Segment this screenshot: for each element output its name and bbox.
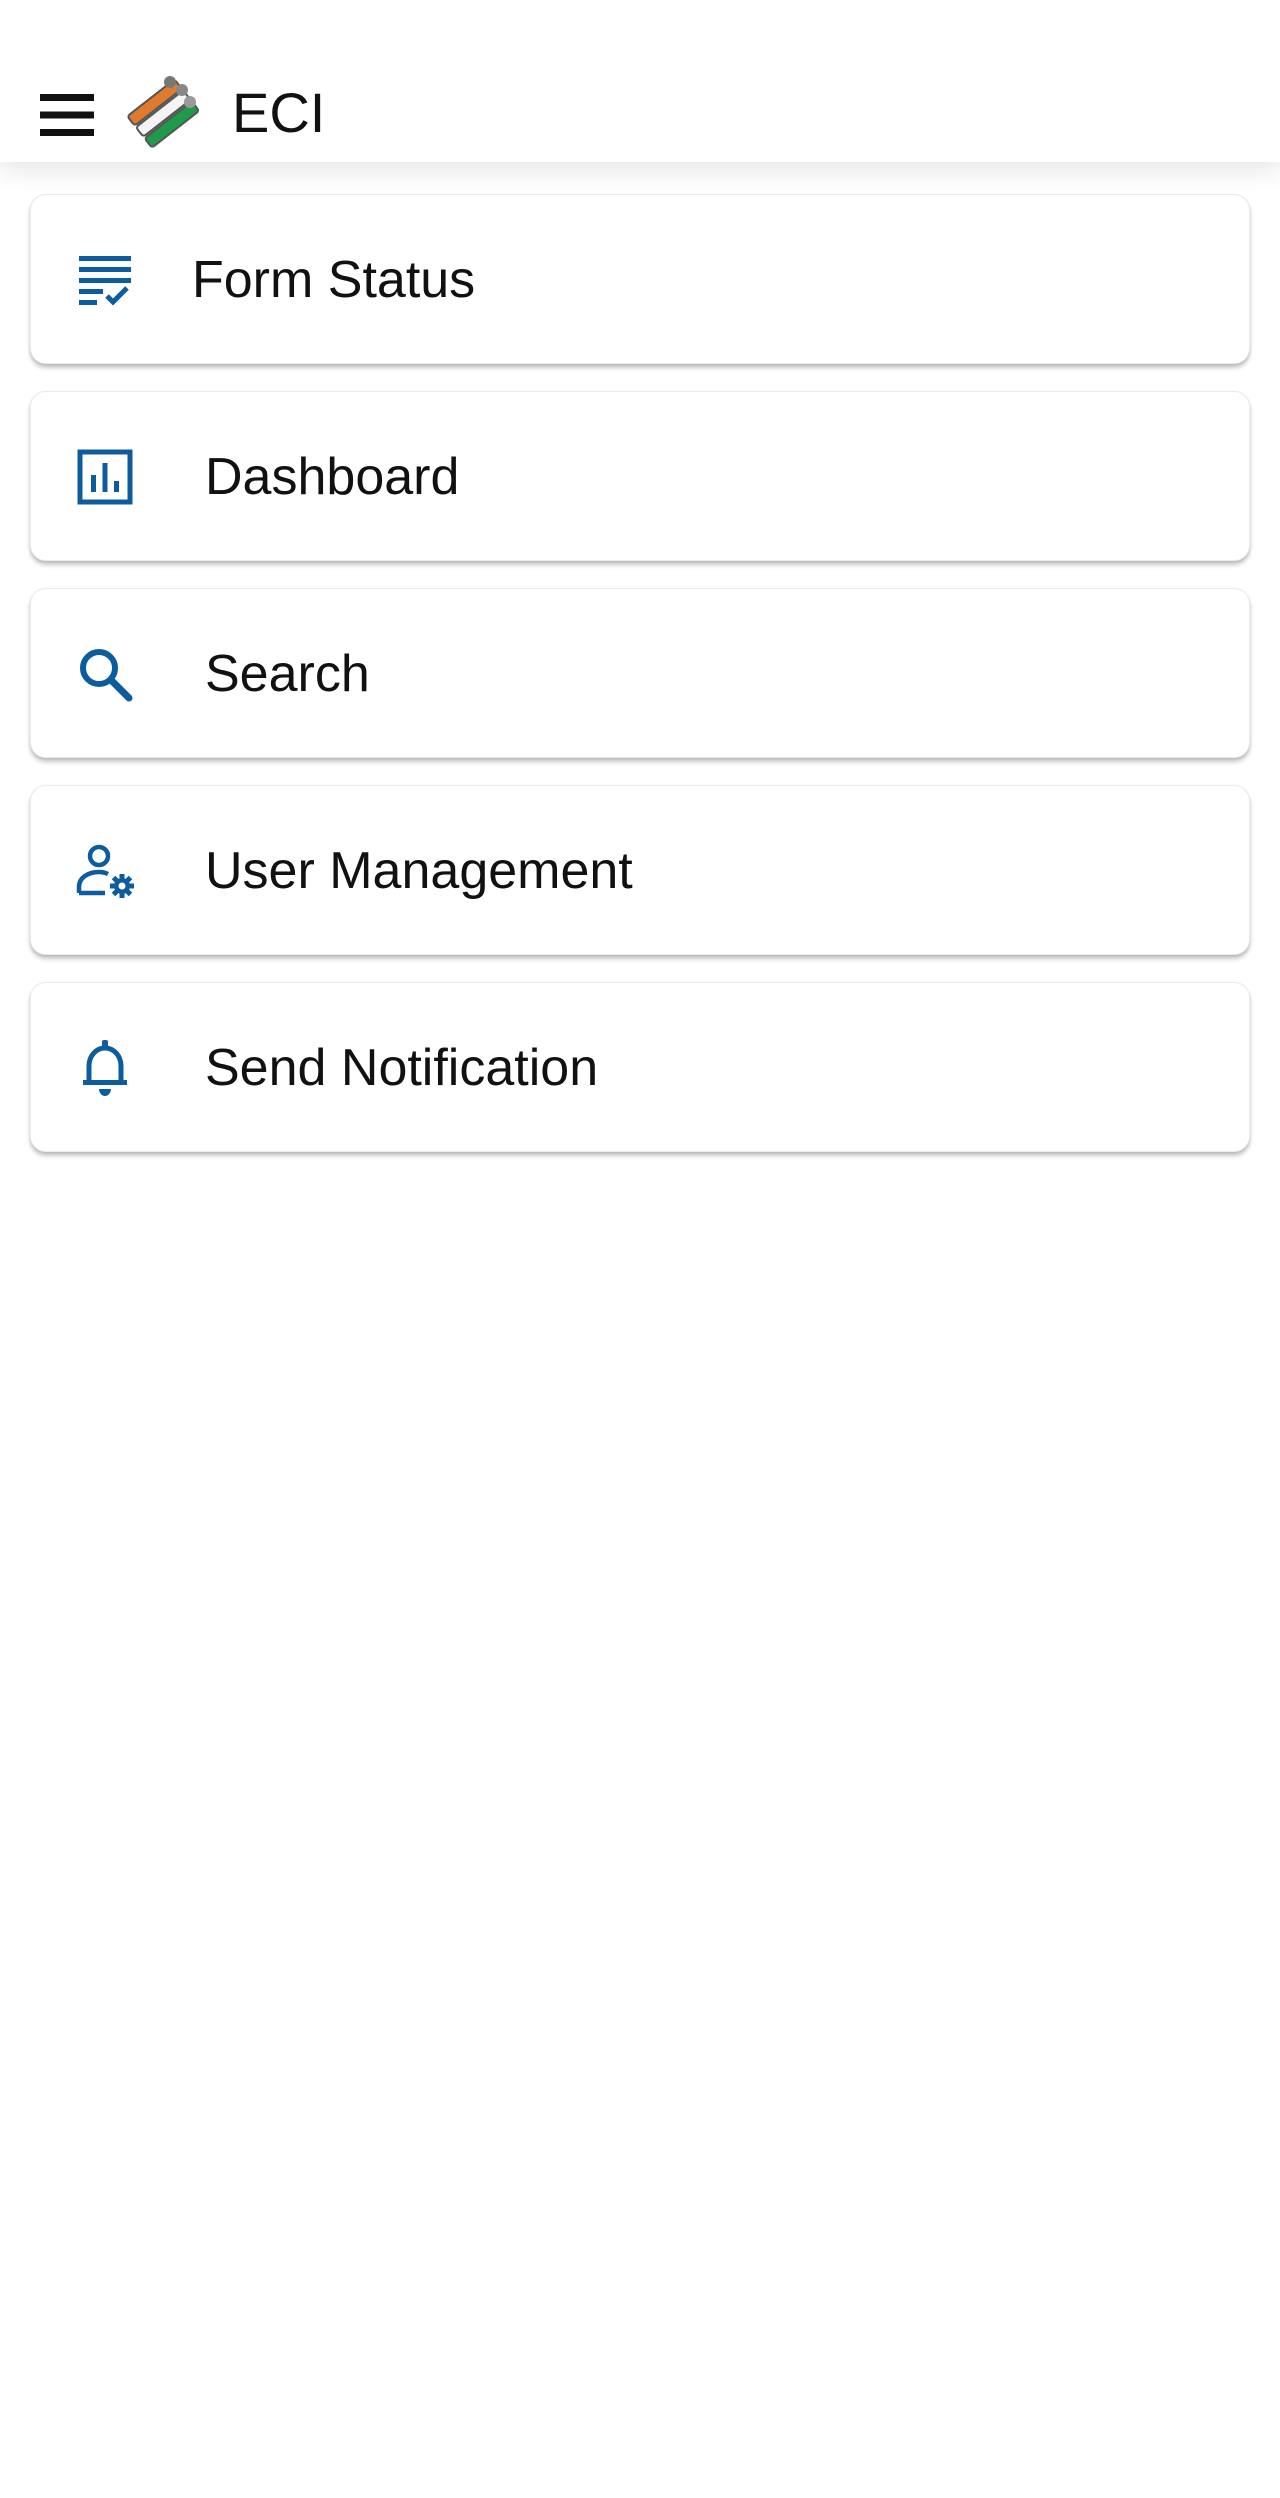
menu-item-label: Form Status <box>192 251 476 309</box>
menu-item-label: Dashboard <box>205 448 460 506</box>
hamburger-icon <box>40 94 94 136</box>
menu-item-label: Search <box>205 645 370 703</box>
menu-item-form-status[interactable]: Form Status <box>30 194 1250 364</box>
app-title: ECI <box>232 81 326 144</box>
checklist-icon <box>75 250 135 310</box>
bell-icon <box>75 1038 135 1098</box>
menu-item-search[interactable]: Search <box>30 588 1250 758</box>
menu-item-user-management[interactable]: User Management <box>30 785 1250 955</box>
menu-item-label: Send Notification <box>205 1039 599 1097</box>
menu-list: Form Status Dashboard Search User Manage… <box>30 194 1250 1179</box>
menu-item-send-notification[interactable]: Send Notification <box>30 982 1250 1152</box>
user-settings-icon <box>75 841 135 901</box>
menu-button[interactable] <box>38 86 96 144</box>
menu-item-label: User Management <box>205 842 633 900</box>
eci-ballot-logo <box>127 76 199 148</box>
menu-item-dashboard[interactable]: Dashboard <box>30 391 1250 561</box>
search-icon <box>75 644 135 704</box>
bar-chart-icon <box>75 447 135 507</box>
app-bar: ECI <box>0 0 1280 162</box>
